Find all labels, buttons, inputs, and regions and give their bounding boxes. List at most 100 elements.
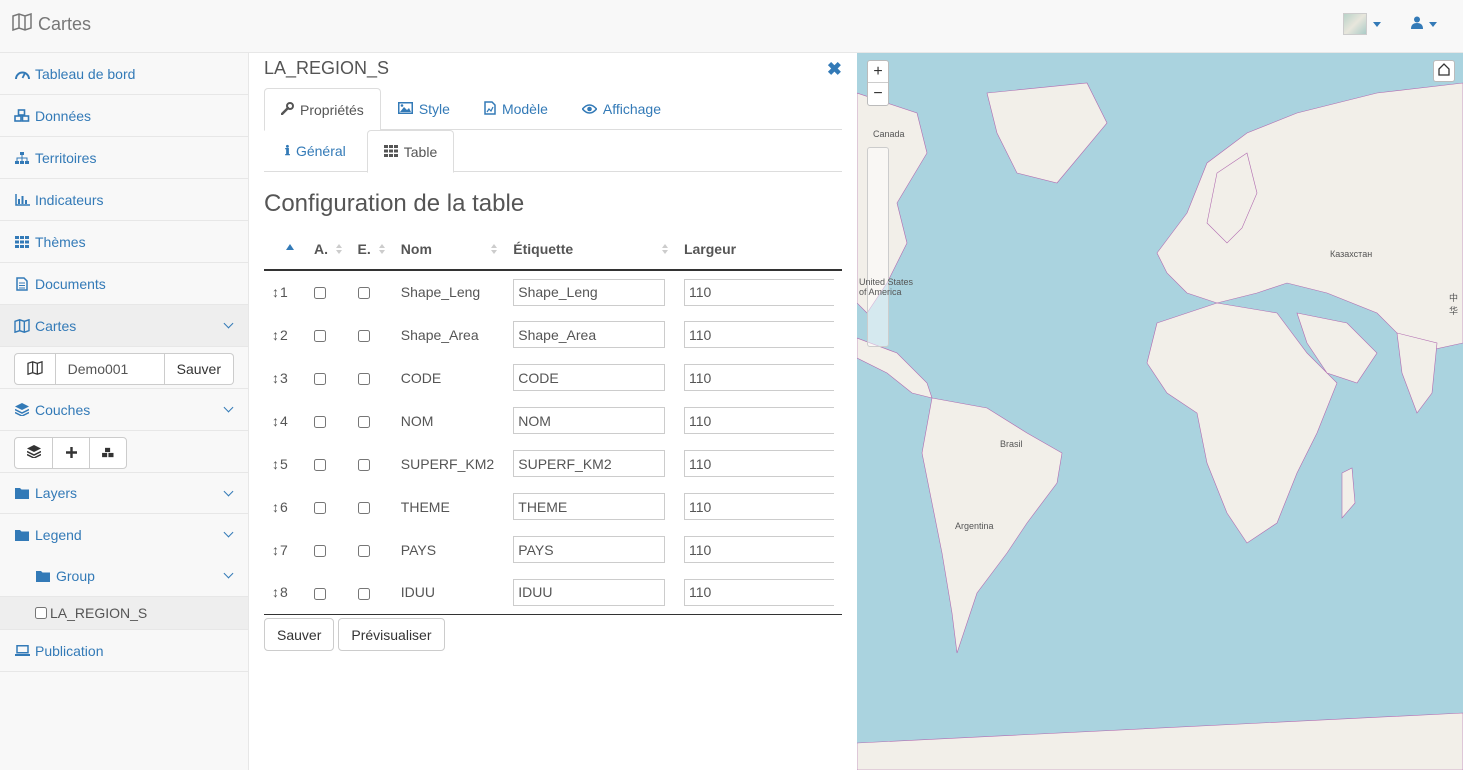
checkbox-a[interactable]: [314, 501, 327, 514]
close-icon[interactable]: ✖: [827, 59, 842, 80]
checkbox-e[interactable]: [357, 458, 370, 471]
drag-handle[interactable]: ↕ 2: [272, 327, 288, 343]
label-input[interactable]: [513, 450, 666, 477]
map-label-canada: Canada: [873, 129, 905, 139]
sidebar-item-couches[interactable]: Couches: [0, 389, 248, 431]
checkbox-e[interactable]: [357, 587, 370, 600]
sidebar-item-indicateurs[interactable]: Indicateurs: [0, 179, 248, 221]
width-input[interactable]: [683, 364, 834, 391]
folder-icon: [35, 570, 51, 582]
table-row: ↕ 6 THEME: [264, 485, 842, 528]
layer-toolbar: [0, 431, 248, 473]
drag-handle[interactable]: ↕ 7: [272, 542, 288, 558]
column-header-e[interactable]: E.: [349, 229, 393, 271]
map-name-input[interactable]: [55, 353, 165, 385]
sidebar-item-label: Publication: [35, 642, 104, 659]
width-input[interactable]: [683, 321, 834, 348]
label-input[interactable]: [513, 536, 666, 563]
tree-item-la-region-s[interactable]: LA_REGION_S: [0, 596, 248, 630]
column-header-a[interactable]: A.: [306, 229, 350, 271]
drag-handle[interactable]: ↕ 4: [272, 413, 288, 429]
tab-general[interactable]: ℹ Général: [264, 130, 367, 172]
checkbox-e[interactable]: [357, 415, 370, 428]
checkbox-a[interactable]: [314, 458, 327, 471]
save-map-button[interactable]: Sauver: [164, 353, 234, 385]
field-name: SUPERF_KM2: [400, 455, 495, 472]
checkbox-e[interactable]: [357, 501, 370, 514]
top-navbar: Cartes: [0, 0, 1463, 53]
checkbox-a[interactable]: [314, 372, 327, 385]
drag-handle[interactable]: ↕ 6: [272, 499, 288, 515]
group-layer-button[interactable]: [89, 437, 127, 469]
tab-modele[interactable]: Modèle: [467, 88, 565, 130]
checkbox-e[interactable]: [357, 372, 370, 385]
layer-visibility-checkbox[interactable]: [35, 607, 47, 619]
label-input[interactable]: [513, 321, 666, 348]
sidebar-item-themes[interactable]: Thèmes: [0, 221, 248, 263]
save-button[interactable]: Sauver: [264, 618, 335, 651]
checkbox-a[interactable]: [314, 544, 327, 557]
tree-item-legend[interactable]: Legend: [0, 514, 248, 555]
width-input[interactable]: [683, 278, 834, 306]
checkbox-a[interactable]: [314, 587, 327, 600]
tree-item-layers[interactable]: Layers: [0, 473, 248, 514]
header-label: E.: [357, 241, 371, 257]
drag-handle[interactable]: ↕ 1: [272, 284, 288, 300]
sidebar-item-publication[interactable]: Publication: [0, 630, 248, 672]
sidebar-item-dashboard[interactable]: Tableau de bord: [0, 53, 248, 95]
basemap-dropdown[interactable]: [1343, 13, 1381, 35]
checkbox-a[interactable]: [314, 287, 327, 300]
zoom-in-button[interactable]: +: [868, 61, 888, 83]
sidebar: Tableau de bord Données Territoires Indi…: [0, 53, 249, 770]
home-extent-button[interactable]: [1433, 60, 1455, 82]
width-input[interactable]: [683, 450, 834, 477]
arrows-v-icon: ↕: [272, 412, 279, 429]
wrench-icon: [280, 101, 294, 118]
arrows-v-icon: ↕: [272, 369, 279, 386]
info-icon: ℹ: [285, 143, 290, 159]
checkbox-e[interactable]: [357, 287, 370, 300]
preview-button[interactable]: Prévisualiser: [338, 618, 445, 651]
sidebar-item-documents[interactable]: Documents: [0, 263, 248, 305]
label-input[interactable]: [513, 578, 666, 606]
zoom-slider[interactable]: [867, 147, 889, 347]
drag-handle[interactable]: ↕ 5: [272, 456, 288, 472]
header-label: Nom: [400, 241, 432, 257]
layers-button[interactable]: [14, 437, 53, 469]
label-input[interactable]: [513, 278, 666, 306]
drag-handle[interactable]: ↕ 8: [272, 584, 288, 600]
sidebar-item-label: Territoires: [35, 149, 97, 166]
checkbox-a[interactable]: [314, 415, 327, 428]
tab-proprietes[interactable]: Propriétés: [264, 88, 381, 131]
bar-chart-icon: [14, 193, 30, 206]
drag-handle[interactable]: ↕ 3: [272, 370, 288, 386]
tree-item-group[interactable]: Group: [0, 555, 248, 596]
label-input[interactable]: [513, 407, 666, 434]
user-menu[interactable]: [1411, 16, 1437, 32]
column-header-nom[interactable]: Nom: [392, 229, 506, 271]
column-header-order[interactable]: [264, 229, 307, 271]
sidebar-item-territoires[interactable]: Territoires: [0, 137, 248, 179]
width-input[interactable]: [683, 407, 834, 434]
tab-affichage[interactable]: Affichage: [565, 88, 678, 130]
add-layer-button[interactable]: [52, 437, 90, 469]
map-view[interactable]: + − Canada United States of America Каза…: [857, 53, 1463, 770]
checkbox-e[interactable]: [357, 329, 370, 342]
tab-table[interactable]: Table: [366, 130, 455, 173]
tab-style[interactable]: Style: [381, 88, 467, 130]
width-input[interactable]: [683, 536, 834, 563]
label-input[interactable]: [513, 493, 666, 520]
zoom-out-button[interactable]: −: [868, 83, 888, 105]
brand[interactable]: Cartes: [12, 12, 91, 36]
tab-label: Modèle: [501, 101, 548, 117]
label-input[interactable]: [513, 364, 666, 391]
column-header-etiquette[interactable]: Étiquette: [505, 229, 676, 271]
sidebar-item-cartes[interactable]: Cartes: [0, 305, 248, 347]
sidebar-item-data[interactable]: Données: [0, 95, 248, 137]
width-input[interactable]: [683, 493, 834, 520]
width-input[interactable]: [683, 578, 834, 606]
column-header-largeur[interactable]: Largeur: [675, 229, 842, 271]
checkbox-e[interactable]: [357, 544, 370, 557]
checkbox-a[interactable]: [314, 329, 327, 342]
map-select-button[interactable]: [14, 353, 56, 385]
